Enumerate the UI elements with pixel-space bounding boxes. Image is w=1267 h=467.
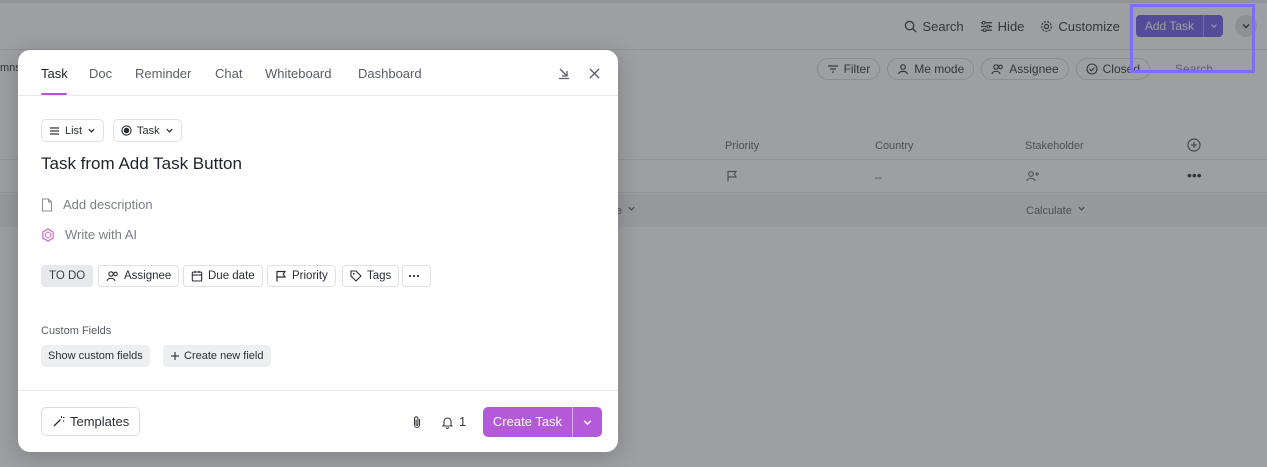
create-task-modal: Task Doc Reminder Chat Whiteboard Dashbo… xyxy=(18,50,618,452)
assignee-button[interactable]: Assignee xyxy=(98,265,180,287)
highlight-box xyxy=(1130,4,1255,73)
priority-button[interactable]: Priority xyxy=(267,265,336,287)
minimize-button[interactable] xyxy=(556,65,572,81)
write-with-ai-button[interactable]: Write with AI xyxy=(41,227,137,242)
flag-icon xyxy=(276,270,287,282)
users-icon xyxy=(106,271,118,282)
templates-label: Templates xyxy=(70,414,130,429)
notify-count: 1 xyxy=(459,414,467,429)
create-task-label: Create Task xyxy=(492,414,563,429)
templates-button[interactable]: Templates xyxy=(41,407,141,436)
tab-reminder[interactable]: Reminder xyxy=(135,66,191,81)
tag-icon xyxy=(350,270,362,282)
add-description-label: Add description xyxy=(63,197,153,212)
paperclip-icon xyxy=(413,416,421,429)
due-date-label: Due date xyxy=(208,270,255,282)
create-task-options[interactable] xyxy=(572,407,602,437)
add-description-button[interactable]: Add description xyxy=(41,197,153,212)
minimize-icon xyxy=(559,68,569,80)
tab-chat[interactable]: Chat xyxy=(215,66,242,81)
tags-label: Tags xyxy=(367,270,392,282)
create-new-field-label: Create new field xyxy=(184,350,264,362)
create-new-field-button[interactable]: Create new field xyxy=(163,345,271,367)
chevron-down-icon xyxy=(165,128,173,133)
close-button[interactable] xyxy=(586,65,602,81)
list-select-label: List xyxy=(65,124,83,137)
tab-task[interactable]: Task xyxy=(41,66,68,81)
show-custom-fields-label: Show custom fields xyxy=(48,350,143,362)
due-date-button[interactable]: Due date xyxy=(183,265,263,287)
tab-dashboard[interactable]: Dashboard xyxy=(358,66,422,81)
task-type-label: Task xyxy=(137,124,160,137)
tab-doc[interactable]: Doc xyxy=(89,66,112,81)
calendar-icon xyxy=(191,270,203,282)
task-name-input[interactable]: Task from Add Task Button xyxy=(41,154,242,174)
list-icon xyxy=(50,126,59,135)
document-icon xyxy=(41,197,53,212)
ai-sparkle-icon xyxy=(42,227,54,242)
assignee-label: Assignee xyxy=(124,270,172,282)
task-type-icon xyxy=(121,125,132,136)
status-label: TO DO xyxy=(49,270,86,282)
priority-label: Priority xyxy=(292,270,328,282)
modal-footer: Templates 1 Create Task xyxy=(18,390,618,452)
bell-icon xyxy=(441,416,454,429)
modal-tabs: Task Doc Reminder Chat Whiteboard Dashbo… xyxy=(18,50,618,96)
list-select[interactable]: List xyxy=(41,119,105,142)
notify-button[interactable]: 1 xyxy=(441,414,466,429)
close-icon xyxy=(588,67,600,79)
chevron-down-icon xyxy=(583,419,592,425)
more-options-button[interactable] xyxy=(402,265,431,287)
more-horizontal-icon xyxy=(408,274,420,278)
tags-button[interactable]: Tags xyxy=(342,265,400,287)
magic-wand-icon xyxy=(53,416,65,427)
create-task-button[interactable]: Create Task xyxy=(483,407,602,437)
custom-fields-heading: Custom Fields xyxy=(41,325,112,337)
status-button[interactable]: TO DO xyxy=(41,265,94,287)
plus-icon xyxy=(171,352,179,360)
active-tab-indicator xyxy=(41,93,67,95)
show-custom-fields-button[interactable]: Show custom fields xyxy=(41,345,150,367)
chevron-down-icon xyxy=(88,128,95,133)
write-with-ai-label: Write with AI xyxy=(65,227,138,242)
task-type-select[interactable]: Task xyxy=(113,119,182,142)
attach-button[interactable] xyxy=(411,415,423,434)
tab-whiteboard[interactable]: Whiteboard xyxy=(265,66,331,81)
